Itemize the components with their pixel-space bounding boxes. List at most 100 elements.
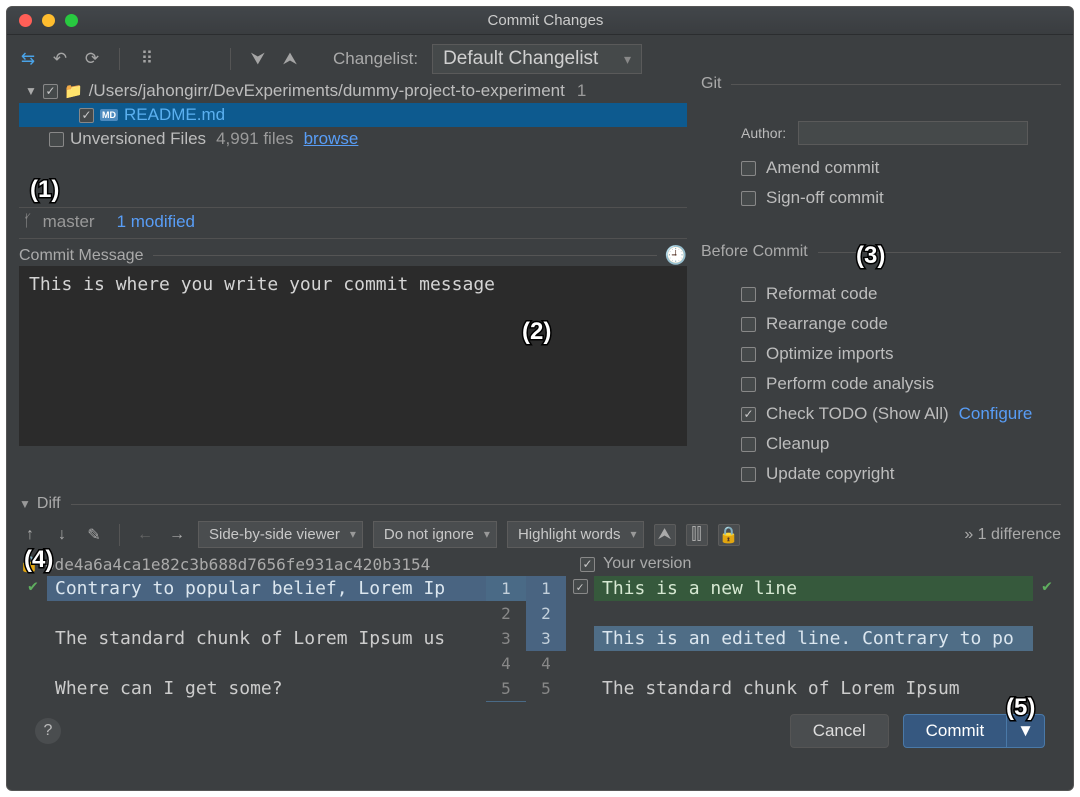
zoom-icon[interactable]	[65, 14, 78, 27]
tree-root[interactable]: ▼ 📁 /Users/jahongirr/DevExperiments/dumm…	[19, 79, 687, 103]
author-label: Author:	[741, 125, 786, 141]
diff-line	[47, 601, 486, 626]
diff-count: » 1 difference	[964, 526, 1061, 544]
changelist-label: Changelist:	[333, 49, 418, 69]
lock-icon: 🔒	[19, 554, 39, 574]
diff-file-headers: 🔒 6de4a6a4ca1e82c3b688d7656fe931ac420b315…	[19, 554, 1061, 574]
diff-line	[47, 651, 486, 676]
next-diff-icon[interactable]: ↓	[51, 524, 73, 546]
checkbox[interactable]	[580, 557, 595, 572]
author-input[interactable]	[798, 121, 1028, 145]
diff-line: This is a new line	[594, 576, 1033, 601]
highlight-mode-dropdown[interactable]: Highlight words	[507, 521, 644, 548]
signoff-commit-option[interactable]: Sign-off commit	[766, 188, 884, 208]
unversioned-label: Unversioned Files	[70, 129, 206, 149]
amend-commit-option[interactable]: Amend commit	[766, 158, 879, 178]
prev-diff-icon[interactable]: ↑	[19, 524, 41, 546]
diff-line: The standard chunk of Lorem Ipsum	[594, 676, 1033, 701]
rearrange-code-option[interactable]: Rearrange code	[766, 314, 888, 334]
help-icon[interactable]: ?	[35, 718, 61, 744]
before-commit-header: Before Commit	[701, 243, 1061, 261]
expand-all-icon[interactable]: ⮟	[249, 50, 267, 68]
diff-gutter-left: 12345	[486, 576, 526, 702]
diff-line: Contrary to popular belief, Lorem Ip	[47, 576, 486, 601]
toolbar: ⇆ ↶ ⟳ ⠿ ⮟ ⮝ Changelist: Default Changeli…	[19, 43, 1061, 75]
diff-toolbar: ↑ ↓ ✎ ← → Side-by-side viewer Do not ign…	[19, 521, 1061, 548]
dialog-footer: ? Cancel Commit ▼	[19, 702, 1061, 760]
markdown-file-icon: MD	[100, 109, 118, 121]
compare-icon[interactable]: ⇆	[19, 50, 37, 68]
diff-left-title: 6de4a6a4ca1e82c3b688d7656fe931ac420b3154	[45, 555, 430, 574]
checkbox[interactable]	[43, 84, 58, 99]
commit-dropdown-arrow[interactable]: ▼	[1006, 714, 1045, 748]
checkbox[interactable]	[741, 287, 756, 302]
checkbox[interactable]	[741, 161, 756, 176]
tree-file[interactable]: MD README.md	[19, 103, 687, 127]
checkbox[interactable]	[741, 191, 756, 206]
commit-button[interactable]: Commit	[903, 714, 1008, 748]
author-row: Author:	[741, 121, 1061, 145]
cancel-button[interactable]: Cancel	[790, 714, 889, 748]
collapse-unchanged-icon[interactable]: ⮝	[654, 524, 676, 546]
checkbox[interactable]	[741, 407, 756, 422]
close-icon[interactable]	[19, 14, 32, 27]
ignore-mode-dropdown[interactable]: Do not ignore	[373, 521, 497, 548]
unversioned-count: 4,991 files	[216, 129, 294, 149]
browse-link[interactable]: browse	[304, 129, 359, 149]
update-copyright-option[interactable]: Update copyright	[766, 464, 895, 484]
chevron-down-icon[interactable]: ▼	[25, 84, 37, 98]
tree-unversioned[interactable]: Unversioned Files 4,991 files browse	[19, 127, 687, 151]
traffic-lights	[19, 14, 78, 27]
changelist-dropdown[interactable]: Default Changelist	[432, 44, 642, 74]
minimize-icon[interactable]	[42, 14, 55, 27]
modified-count[interactable]: 1 modified	[117, 212, 195, 232]
commit-changes-window: Commit Changes ⇆ ↶ ⟳ ⠿ ⮟ ⮝ Changelist: D…	[6, 6, 1074, 791]
collapse-all-icon[interactable]: ⮝	[281, 50, 299, 68]
checkbox[interactable]	[49, 132, 64, 147]
checkbox[interactable]	[741, 437, 756, 452]
viewer-mode-dropdown[interactable]: Side-by-side viewer	[198, 521, 363, 548]
configure-link[interactable]: Configure	[959, 404, 1033, 424]
changed-files-tree: ▼ 📁 /Users/jahongirr/DevExperiments/dumm…	[19, 75, 687, 163]
accept-all-icon[interactable]: ✔	[28, 576, 38, 595]
history-icon[interactable]: 🕘	[665, 245, 687, 266]
checkbox[interactable]	[741, 377, 756, 392]
diff-section-header[interactable]: ▼ Diff	[19, 495, 1061, 513]
prev-file-icon[interactable]: ←	[134, 524, 156, 546]
diff-right-pane[interactable]: This is a new line This is an edited lin…	[594, 576, 1033, 702]
branch-name: master	[43, 212, 95, 232]
next-file-icon[interactable]: →	[166, 524, 188, 546]
branch-status: ᚶ master 1 modified	[19, 207, 687, 239]
tree-root-path: /Users/jahongirr/DevExperiments/dummy-pr…	[89, 81, 565, 101]
window-title: Commit Changes	[78, 12, 1013, 29]
checkbox[interactable]	[741, 467, 756, 482]
diff-gutter-right: 12345	[526, 576, 566, 702]
accept-all-icon[interactable]: ✔	[1042, 576, 1052, 595]
checkbox[interactable]	[741, 317, 756, 332]
commit-message-input[interactable]	[19, 266, 687, 446]
branch-icon: ᚶ	[23, 213, 33, 231]
sync-scroll-icon[interactable]: ⫿⫿	[686, 524, 708, 546]
diff-line: Where can I get some?	[47, 676, 486, 701]
titlebar: Commit Changes	[7, 7, 1073, 35]
checkbox[interactable]	[741, 347, 756, 362]
checkbox[interactable]	[79, 108, 94, 123]
undo-icon[interactable]: ↶	[51, 50, 69, 68]
diff-line	[594, 651, 1033, 676]
diff-line	[594, 601, 1033, 626]
diff-viewer[interactable]: ✔ Contrary to popular belief, Lorem Ip T…	[19, 576, 1061, 702]
optimize-imports-option[interactable]: Optimize imports	[766, 344, 894, 364]
folder-icon: 📁	[64, 82, 83, 100]
edit-icon[interactable]: ✎	[83, 524, 105, 546]
check-todo-option[interactable]: Check TODO (Show All)	[766, 404, 949, 424]
diff-right-title: Your version	[603, 555, 691, 573]
chevron-down-icon[interactable]: ▼	[19, 497, 31, 511]
cleanup-option[interactable]: Cleanup	[766, 434, 829, 454]
checkbox[interactable]	[573, 579, 588, 594]
diff-left-pane[interactable]: Contrary to popular belief, Lorem Ip The…	[47, 576, 486, 702]
group-icon[interactable]: ⠿	[138, 50, 156, 68]
reformat-code-option[interactable]: Reformat code	[766, 284, 878, 304]
code-analysis-option[interactable]: Perform code analysis	[766, 374, 934, 394]
lock-icon[interactable]: 🔒	[718, 524, 740, 546]
refresh-icon[interactable]: ⟳	[83, 50, 101, 68]
